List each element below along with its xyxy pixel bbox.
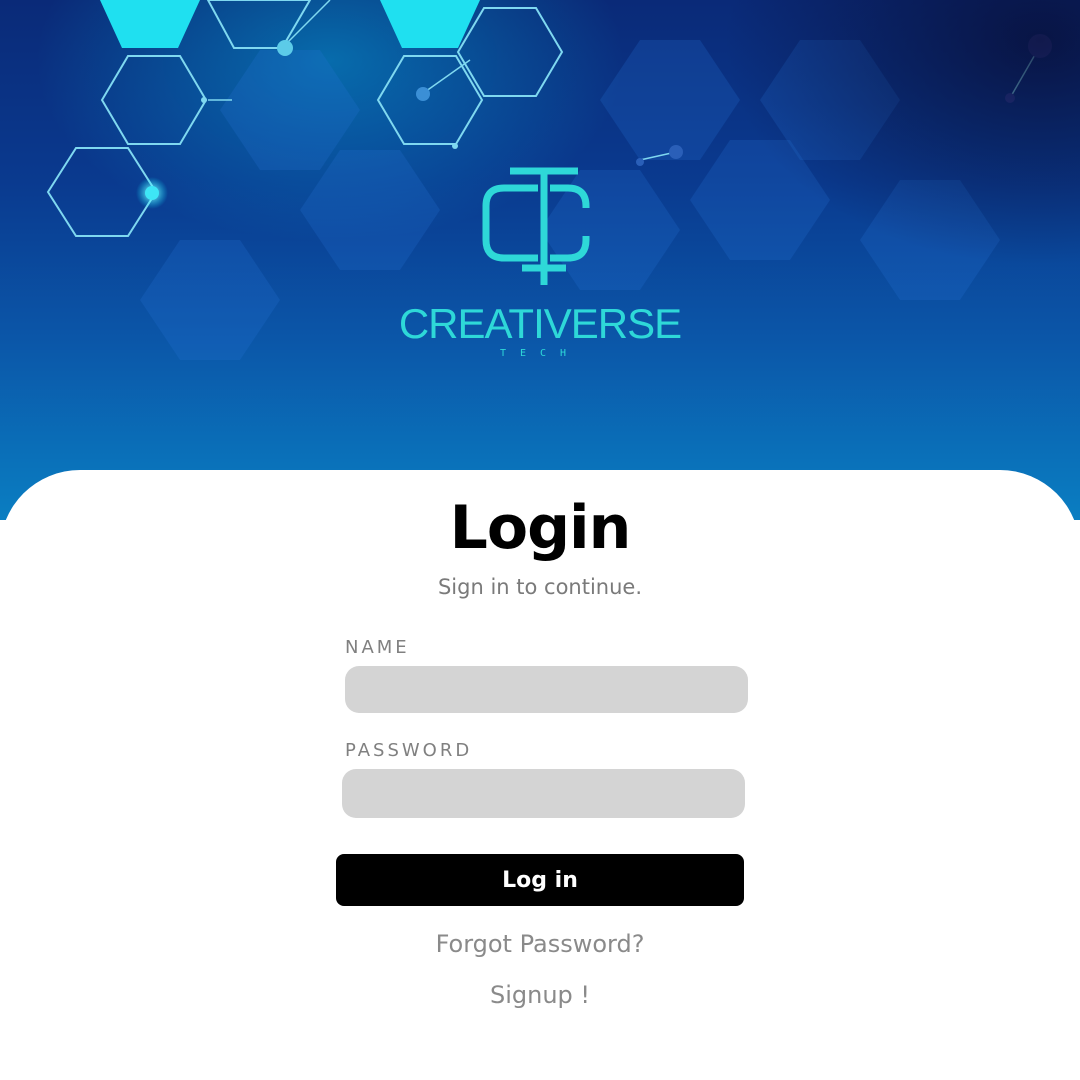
page-subtitle: Sign in to continue. [437, 575, 643, 599]
forgot-password-text[interactable]: Forgot Password? [436, 930, 645, 958]
signup-link[interactable]: Signup ! [0, 980, 1080, 1010]
login-button[interactable]: Log in [336, 854, 744, 906]
hexagon-pattern-background [46, 0, 1052, 360]
name-input[interactable] [345, 666, 748, 713]
login-screen: CREATIVERSE TECH Login Sign in to contin… [0, 0, 1080, 1080]
password-input[interactable] [342, 769, 745, 818]
brand-tagline: TECH [499, 348, 581, 359]
brand-name: CREATIVERSE [398, 300, 682, 347]
signup-text[interactable]: Signup ! [490, 981, 590, 1009]
page-title: Login [449, 493, 632, 563]
password-label: PASSWORD [345, 740, 473, 761]
forgot-password-link[interactable]: Forgot Password? [0, 929, 1080, 959]
brand-logo: CREATIVERSE TECH [390, 160, 690, 370]
name-label: NAME [345, 637, 410, 658]
hero-banner: CREATIVERSE TECH [0, 0, 1080, 520]
ct-monogram-icon [482, 167, 590, 285]
